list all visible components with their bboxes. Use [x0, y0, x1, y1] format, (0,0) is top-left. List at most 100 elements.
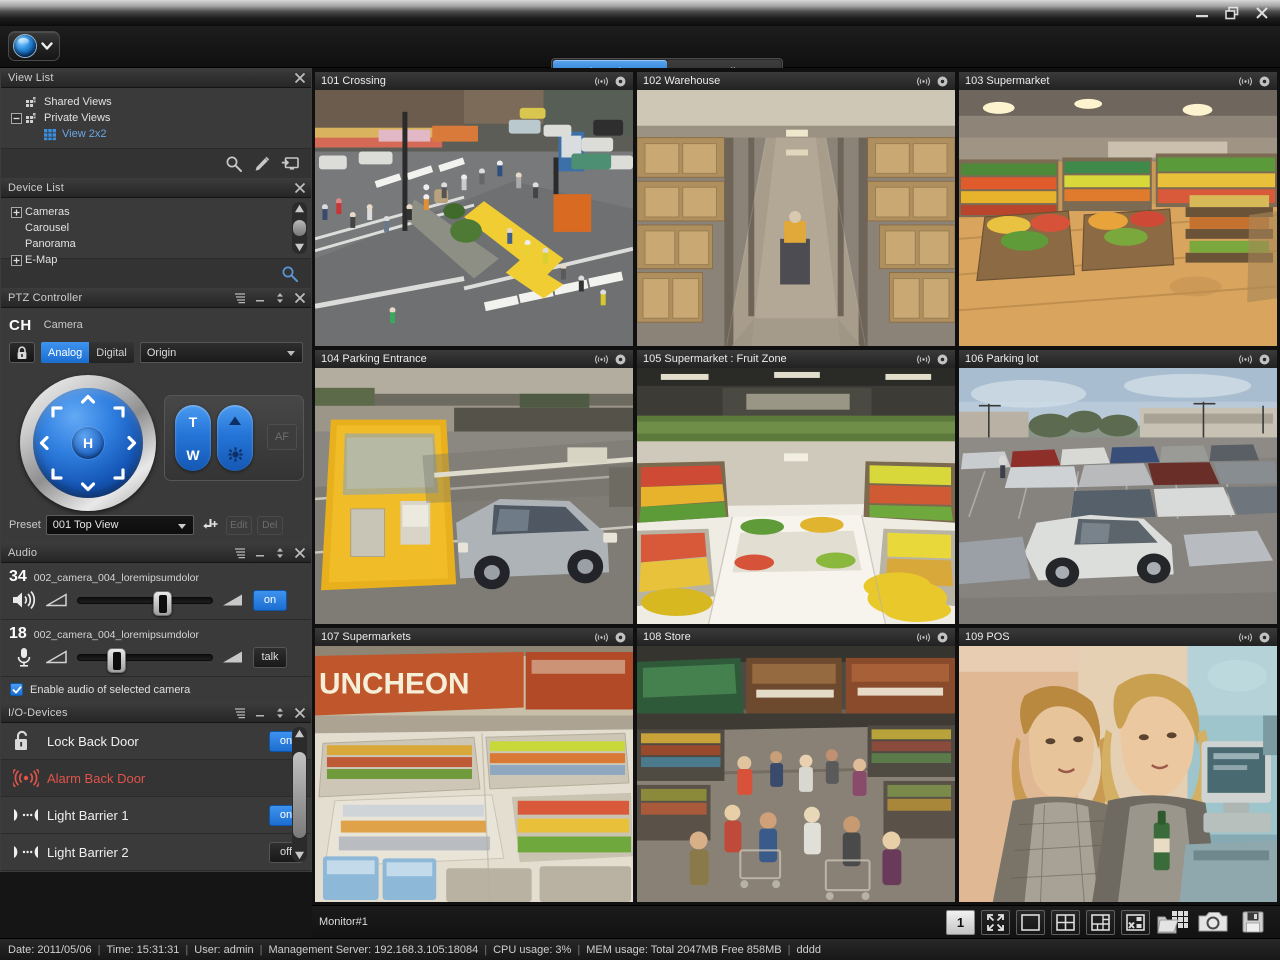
- ptz-down-right-arrow-icon[interactable]: [112, 467, 126, 481]
- resize-icon[interactable]: [274, 707, 286, 719]
- ptz-preset-select[interactable]: 001 Top View: [46, 515, 194, 535]
- io-row-lock-back-door[interactable]: Lock Back Door on: [1, 723, 311, 760]
- close-icon[interactable]: [294, 707, 306, 719]
- ptz-origin-select[interactable]: Origin: [140, 342, 303, 363]
- ptz-up-left-arrow-icon[interactable]: [50, 405, 64, 419]
- slider-knob[interactable]: [107, 648, 126, 673]
- ptz-up-right-arrow-icon[interactable]: [112, 405, 126, 419]
- record-dot-icon[interactable]: [936, 632, 949, 643]
- resize-icon[interactable]: [274, 547, 286, 559]
- video-tile-106[interactable]: 106 Parking lot: [959, 350, 1277, 624]
- audio-waves-icon[interactable]: [1239, 632, 1252, 643]
- tree-node-emap[interactable]: E-Map: [11, 252, 311, 268]
- audio-enable-row[interactable]: Enable audio of selected camera: [1, 677, 311, 703]
- resize-icon[interactable]: [274, 292, 286, 304]
- ptz-home-button[interactable]: H: [72, 427, 104, 459]
- tree-node-shared-views[interactable]: Shared Views: [11, 94, 311, 110]
- io-scrollbar[interactable]: [292, 727, 307, 862]
- io-row-light-barrier-1[interactable]: Light Barrier 1 on: [1, 797, 311, 834]
- record-dot-icon[interactable]: [1258, 354, 1271, 365]
- audio-waves-icon[interactable]: [595, 632, 608, 643]
- ptz-joystick-inner[interactable]: H: [33, 388, 143, 498]
- video-tile-104[interactable]: 104 Parking Entrance: [315, 350, 633, 624]
- record-dot-icon[interactable]: [936, 354, 949, 365]
- scrollbar-thumb[interactable]: [293, 220, 306, 236]
- audio-waves-icon[interactable]: [917, 632, 930, 643]
- save-button[interactable]: [1236, 910, 1270, 935]
- speaker-icon[interactable]: [11, 589, 37, 611]
- ptz-mode-digital[interactable]: Digital: [89, 342, 134, 363]
- layout-custom-button[interactable]: [1121, 910, 1150, 935]
- minimize-icon[interactable]: [1194, 5, 1210, 21]
- ptz-lock-button[interactable]: [9, 342, 35, 363]
- ptz-zoom-tele[interactable]: T: [189, 414, 198, 430]
- scrollbar-thumb[interactable]: [293, 752, 306, 838]
- ptz-joystick[interactable]: H: [20, 375, 156, 511]
- device-list-scrollbar[interactable]: [292, 202, 307, 254]
- ptz-add-preset-button[interactable]: [199, 516, 221, 535]
- expand-plus-icon[interactable]: [11, 207, 22, 218]
- menu-icon[interactable]: [234, 547, 246, 559]
- close-icon[interactable]: [1254, 5, 1270, 21]
- video-tile-109[interactable]: 109 POS: [959, 628, 1277, 902]
- tree-node-private-views[interactable]: Private Views: [11, 110, 311, 126]
- video-tile-102[interactable]: 102 Warehouse: [637, 72, 955, 346]
- video-tile-105[interactable]: 105 Supermarket : Fruit Zone: [637, 350, 955, 624]
- video-tile-107[interactable]: 107 Supermarkets: [315, 628, 633, 902]
- scroll-up-icon[interactable]: [294, 729, 305, 738]
- layout-1x1-button[interactable]: [1016, 910, 1045, 935]
- io-row-light-barrier-2[interactable]: Light Barrier 2 off: [1, 834, 311, 871]
- ptz-edit-preset-button[interactable]: Edit: [226, 516, 252, 535]
- slider-knob[interactable]: [153, 591, 172, 616]
- monitor-number-button[interactable]: 1: [946, 910, 975, 935]
- ptz-delete-preset-button[interactable]: Del: [257, 516, 283, 535]
- audio-waves-icon[interactable]: [1239, 76, 1252, 87]
- search-icon[interactable]: [225, 155, 243, 173]
- tree-node-cameras[interactable]: Cameras: [11, 204, 311, 220]
- video-tile-101[interactable]: 101 Crossing: [315, 72, 633, 346]
- ptz-focus-pill[interactable]: [217, 405, 253, 471]
- layout-2x2-button[interactable]: [1051, 910, 1080, 935]
- ptz-right-arrow-icon[interactable]: [124, 436, 138, 450]
- ptz-zoom-wide[interactable]: W: [186, 447, 199, 463]
- video-tile-103[interactable]: 103 Supermarket: [959, 72, 1277, 346]
- layout-1plus5-button[interactable]: [1086, 910, 1115, 935]
- minimize-icon[interactable]: [254, 547, 266, 559]
- record-dot-icon[interactable]: [1258, 632, 1271, 643]
- search-icon[interactable]: [281, 265, 299, 283]
- audio-input-slider[interactable]: [77, 649, 213, 665]
- scroll-down-icon[interactable]: [294, 243, 305, 252]
- snapshot-button[interactable]: [1196, 910, 1230, 935]
- record-dot-icon[interactable]: [1258, 76, 1271, 87]
- tree-node-view-2x2[interactable]: View 2x2: [29, 126, 311, 142]
- ptz-down-left-arrow-icon[interactable]: [50, 467, 64, 481]
- audio-waves-icon[interactable]: [595, 354, 608, 365]
- menu-icon[interactable]: [234, 707, 246, 719]
- ptz-left-arrow-icon[interactable]: [38, 436, 52, 450]
- close-icon[interactable]: [294, 182, 306, 194]
- focus-near-icon[interactable]: [228, 447, 243, 462]
- scroll-down-icon[interactable]: [294, 851, 305, 860]
- setup-icon[interactable]: [281, 155, 299, 173]
- focus-far-icon[interactable]: [227, 415, 243, 428]
- scroll-up-icon[interactable]: [294, 204, 305, 213]
- close-icon[interactable]: [294, 547, 306, 559]
- ptz-zoom-pill[interactable]: T W: [175, 405, 211, 471]
- audio-output-toggle[interactable]: on: [253, 590, 287, 611]
- ptz-autofocus-button[interactable]: AF: [267, 424, 297, 450]
- record-dot-icon[interactable]: [936, 76, 949, 87]
- app-menu-button[interactable]: [8, 31, 60, 61]
- open-view-button[interactable]: [1156, 910, 1190, 935]
- tree-node-panorama[interactable]: Panorama: [11, 236, 311, 252]
- record-dot-icon[interactable]: [614, 76, 627, 87]
- record-dot-icon[interactable]: [614, 354, 627, 365]
- tree-node-carousel[interactable]: Carousel: [11, 220, 311, 236]
- edit-icon[interactable]: [253, 155, 271, 173]
- io-row-alarm-back-door[interactable]: Alarm Back Door: [1, 760, 311, 797]
- expand-plus-icon[interactable]: [11, 255, 22, 266]
- close-icon[interactable]: [294, 72, 306, 84]
- audio-waves-icon[interactable]: [1239, 354, 1252, 365]
- audio-output-slider[interactable]: [77, 592, 213, 608]
- audio-enable-checkbox[interactable]: [10, 683, 23, 696]
- record-dot-icon[interactable]: [614, 632, 627, 643]
